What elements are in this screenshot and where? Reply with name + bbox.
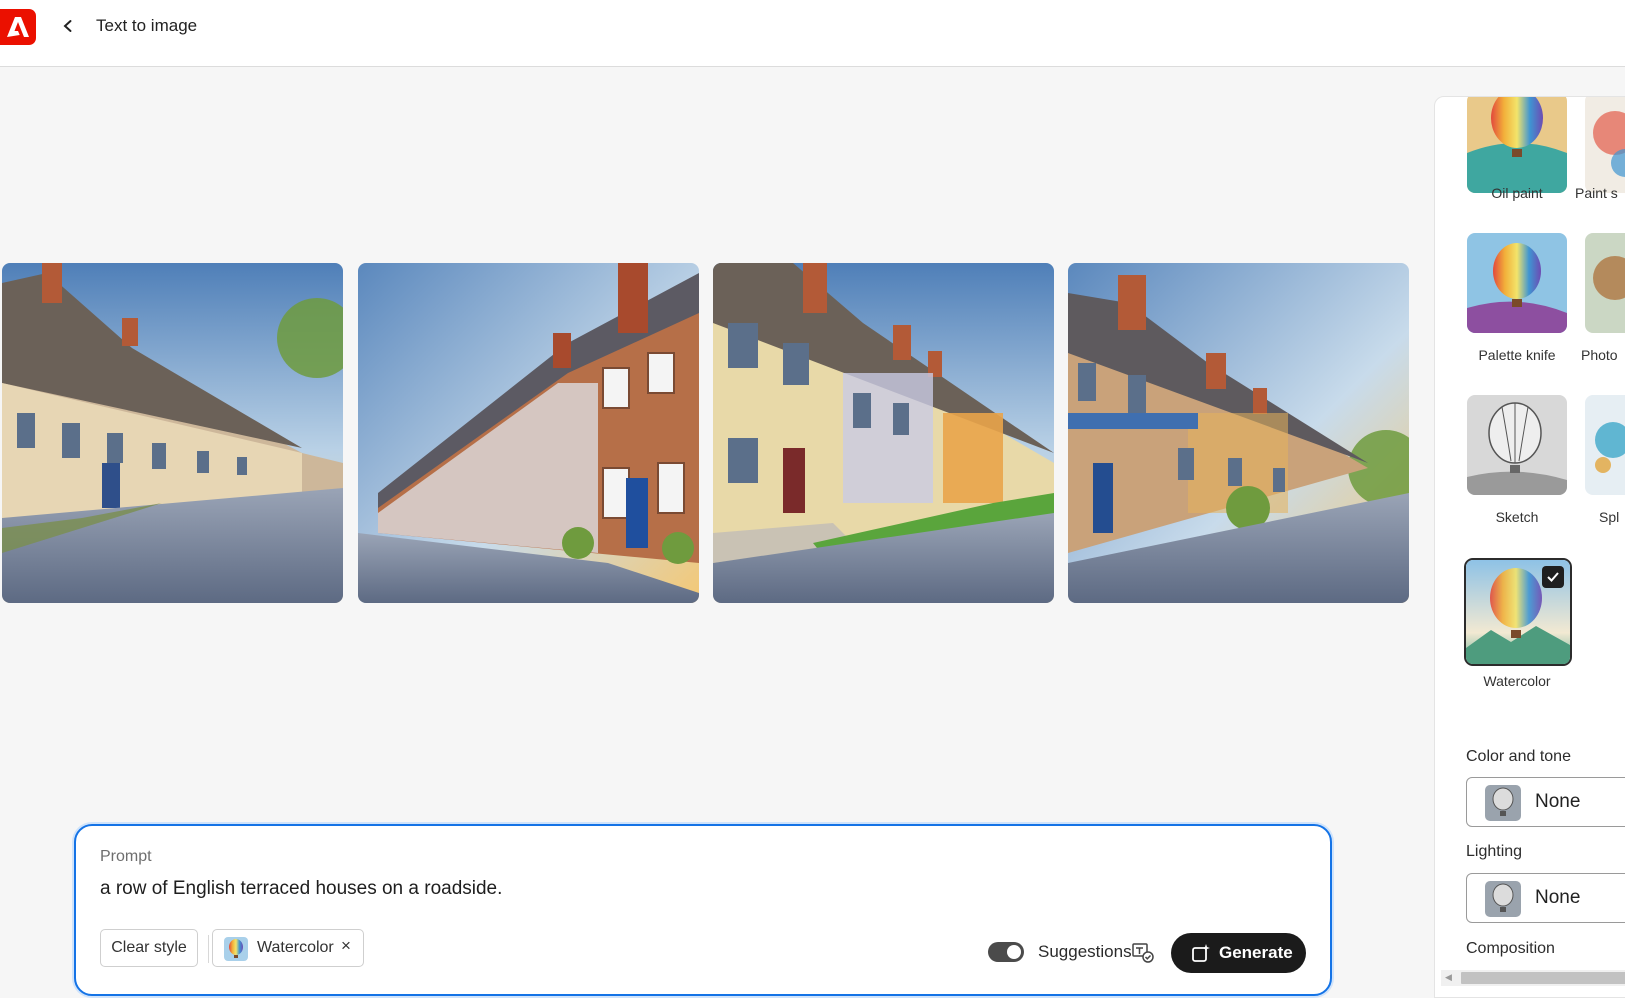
color-and-tone-value: None	[1535, 791, 1581, 812]
generated-image-4[interactable]	[1068, 263, 1409, 603]
lighting-title: Lighting	[1466, 843, 1523, 860]
style-thumb-sketch[interactable]	[1467, 395, 1567, 495]
panel-horizontal-scrollbar[interactable]: ◀	[1441, 970, 1625, 986]
suggestions-toggle[interactable]	[988, 942, 1024, 962]
style-thumb-paint-s[interactable]	[1585, 97, 1625, 193]
prompt-label: Prompt	[100, 848, 152, 865]
app-header: Text to image	[0, 0, 1625, 67]
style-label-paint-s: Paint s	[1575, 185, 1618, 201]
composition-title: Composition	[1466, 940, 1555, 957]
generated-image-2[interactable]	[358, 263, 699, 603]
style-panel: Oil paint Paint s Palette knife Photo Sk…	[1434, 96, 1625, 998]
chevron-left-icon	[63, 20, 72, 32]
style-thumb-oil-paint[interactable]	[1467, 97, 1567, 193]
generated-image-3[interactable]	[713, 263, 1054, 603]
generate-label: Generate	[1219, 943, 1293, 962]
adobe-a-icon	[7, 17, 29, 37]
balloon-thumb-icon	[224, 937, 248, 961]
lighting-value: None	[1535, 887, 1581, 908]
suggestions-settings-icon[interactable]	[1132, 941, 1154, 963]
page-title: Text to image	[96, 16, 198, 35]
style-thumb-palette-knife[interactable]	[1467, 233, 1567, 333]
balloon-thumb-icon	[1485, 785, 1521, 821]
back-button[interactable]	[56, 14, 80, 38]
adobe-logo[interactable]	[0, 9, 36, 45]
divider	[208, 935, 209, 963]
lighting-dropdown[interactable]: None	[1466, 873, 1625, 923]
style-label-oil-paint: Oil paint	[1491, 185, 1543, 201]
style-thumb-watercolor[interactable]	[1464, 558, 1572, 666]
generate-sparkle-icon	[1192, 944, 1210, 962]
generated-images-gallery	[0, 263, 1409, 603]
style-thumb-photo[interactable]	[1585, 233, 1625, 333]
style-label-splatter: Spl	[1599, 509, 1620, 525]
checkmark-icon	[1542, 566, 1564, 588]
style-label-watercolor: Watercolor	[1483, 673, 1551, 689]
clear-style-button[interactable]: Clear style	[100, 929, 198, 967]
generated-image-1[interactable]	[2, 263, 343, 603]
color-and-tone-title: Color and tone	[1466, 748, 1571, 765]
style-thumb-splatter[interactable]	[1585, 395, 1625, 495]
scrollbar-thumb[interactable]	[1461, 972, 1625, 984]
toggle-knob	[1007, 945, 1021, 959]
style-label-palette-knife: Palette knife	[1478, 347, 1556, 363]
close-icon[interactable]: ×	[341, 936, 351, 956]
style-chip-label: Watercolor	[257, 939, 334, 956]
suggestions-label: Suggestions	[1038, 942, 1132, 961]
style-label-photo: Photo	[1581, 347, 1618, 363]
style-chip-watercolor[interactable]: Watercolor ×	[212, 929, 364, 967]
generate-button[interactable]: Generate	[1171, 933, 1306, 973]
color-and-tone-dropdown[interactable]: None	[1466, 777, 1625, 827]
balloon-thumb-icon	[1485, 881, 1521, 917]
prompt-box: Prompt a row of English terraced houses …	[74, 824, 1332, 996]
style-label-sketch: Sketch	[1495, 509, 1539, 525]
scroll-left-icon[interactable]: ◀	[1445, 972, 1452, 983]
prompt-input[interactable]: a row of English terraced houses on a ro…	[100, 878, 502, 900]
